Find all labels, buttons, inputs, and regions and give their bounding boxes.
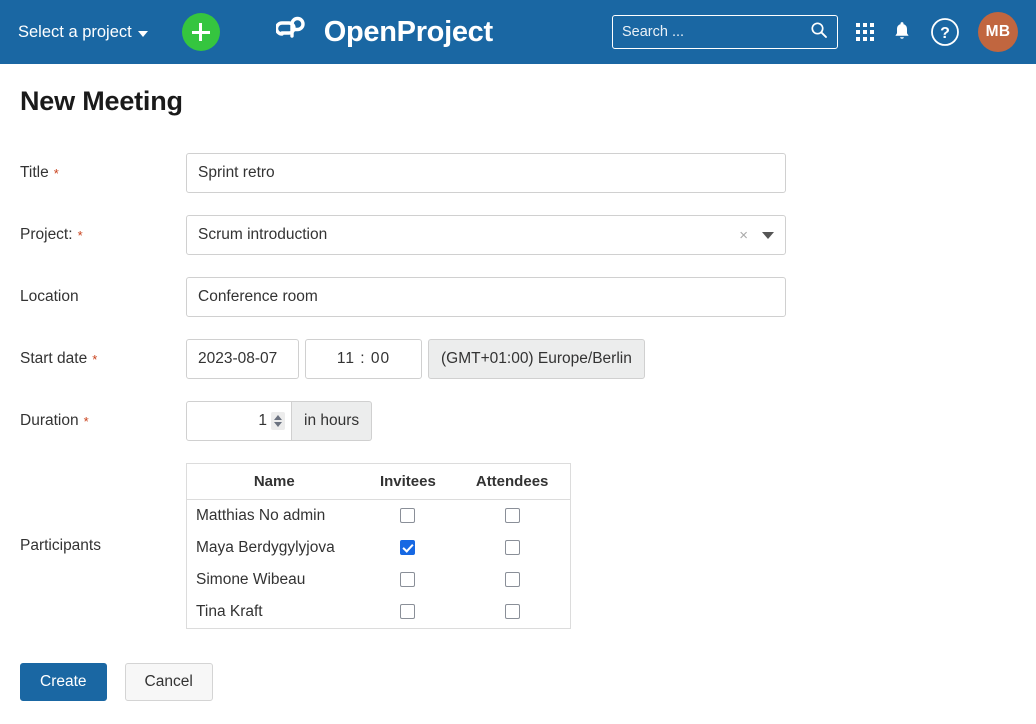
search-icon[interactable] — [810, 21, 828, 44]
quantity-stepper[interactable] — [271, 412, 285, 430]
openproject-logo-icon — [276, 14, 312, 51]
clear-icon[interactable]: × — [739, 228, 748, 243]
timezone-addon: (GMT+01:00) Europe/Berlin — [428, 339, 645, 379]
required-marker: * — [92, 353, 97, 366]
stepper-down-icon[interactable] — [274, 422, 282, 427]
location-label: Location — [20, 288, 186, 306]
form-row-start-date: Start date * 2023-08-07 11 : 00 (GMT+01:… — [20, 339, 1016, 379]
duration-unit: in hours — [304, 412, 359, 430]
brand[interactable]: OpenProject — [276, 14, 493, 51]
attendee-checkbox[interactable] — [505, 508, 520, 523]
brand-name: OpenProject — [324, 16, 493, 49]
attendee-cell — [454, 596, 570, 629]
modules-grid-icon[interactable] — [856, 23, 874, 41]
search-input[interactable]: Search ... — [612, 15, 838, 49]
project-label: Project: * — [20, 226, 186, 244]
header-right-tools: Search ... — [612, 12, 1018, 52]
page-title: New Meeting — [20, 86, 1016, 117]
column-header-invitees: Invitees — [362, 464, 455, 500]
timezone-value: (GMT+01:00) Europe/Berlin — [441, 350, 632, 368]
form-row-project: Project: * Scrum introduction × — [20, 215, 1016, 255]
participant-name: Tina Kraft — [187, 596, 362, 629]
start-date-group: 2023-08-07 11 : 00 (GMT+01:00) Europe/Be… — [186, 339, 645, 379]
attendee-cell — [454, 500, 570, 533]
participant-name: Simone Wibeau — [187, 564, 362, 596]
title-label: Title * — [20, 164, 186, 182]
duration-value: 1 — [258, 412, 267, 430]
plus-icon — [192, 23, 210, 41]
invitee-cell — [362, 500, 455, 533]
project-selector-label: Select a project — [18, 23, 132, 42]
create-button[interactable]: Create — [20, 663, 107, 701]
attendee-checkbox[interactable] — [505, 572, 520, 587]
bell-icon[interactable] — [892, 21, 912, 43]
required-marker: * — [78, 229, 83, 242]
attendee-cell — [454, 564, 570, 596]
page-content: New Meeting Title * Sprint retro Project… — [0, 86, 1036, 701]
invitee-checkbox[interactable] — [400, 540, 415, 555]
required-marker: * — [84, 415, 89, 428]
required-marker: * — [54, 167, 59, 180]
svg-text:?: ? — [940, 25, 950, 42]
duration-label: Duration * — [20, 412, 186, 430]
start-time-value: 11 : 00 — [337, 350, 390, 368]
project-selector[interactable]: Select a project — [18, 23, 148, 42]
new-meeting-form: Title * Sprint retro Project: * Scrum in… — [20, 153, 1016, 701]
participant-name: Matthias No admin — [187, 500, 362, 533]
help-circle-icon[interactable]: ? — [930, 17, 960, 47]
invitee-checkbox[interactable] — [400, 572, 415, 587]
form-actions: Create Cancel — [20, 663, 1016, 701]
form-row-duration: Duration * 1 in hours — [20, 401, 1016, 441]
participants-table: Name Invitees Attendees Matthias No admi… — [186, 463, 571, 629]
duration-group: 1 in hours — [186, 401, 372, 441]
top-header: Select a project OpenProject Search ... — [0, 0, 1036, 64]
form-row-location: Location Conference room — [20, 277, 1016, 317]
column-header-name: Name — [187, 464, 362, 500]
avatar-initials: MB — [986, 23, 1011, 41]
project-select[interactable]: Scrum introduction × — [186, 215, 786, 255]
start-date-value: 2023-08-07 — [198, 350, 277, 368]
table-row: Tina Kraft — [187, 596, 571, 629]
title-value: Sprint retro — [198, 164, 275, 182]
form-row-title: Title * Sprint retro — [20, 153, 1016, 193]
column-header-attendees: Attendees — [454, 464, 570, 500]
attendee-cell — [454, 532, 570, 564]
participant-name: Maya Berdygylyjova — [187, 532, 362, 564]
attendee-checkbox[interactable] — [505, 604, 520, 619]
form-row-participants: Participants Name Invitees Attendees Mat… — [20, 463, 1016, 629]
stepper-up-icon[interactable] — [274, 415, 282, 420]
start-date-input[interactable]: 2023-08-07 — [186, 339, 299, 379]
duration-input[interactable]: 1 — [186, 401, 292, 441]
invitee-cell — [362, 532, 455, 564]
chevron-down-icon[interactable] — [762, 232, 774, 239]
table-row: Simone Wibeau — [187, 564, 571, 596]
cancel-button[interactable]: Cancel — [125, 663, 213, 701]
participants-label: Participants — [20, 537, 186, 555]
project-value: Scrum introduction — [198, 226, 327, 244]
search-placeholder: Search ... — [622, 24, 810, 40]
table-row: Matthias No admin — [187, 500, 571, 533]
attendee-checkbox[interactable] — [505, 540, 520, 555]
invitee-checkbox[interactable] — [400, 604, 415, 619]
table-header-row: Name Invitees Attendees — [187, 464, 571, 500]
start-time-input[interactable]: 11 : 00 — [305, 339, 422, 379]
invitee-cell — [362, 596, 455, 629]
add-button[interactable] — [182, 13, 220, 51]
invitee-checkbox[interactable] — [400, 508, 415, 523]
title-input[interactable]: Sprint retro — [186, 153, 786, 193]
location-input[interactable]: Conference room — [186, 277, 786, 317]
chevron-down-icon — [138, 31, 148, 37]
duration-unit-addon: in hours — [292, 401, 372, 441]
start-date-label: Start date * — [20, 350, 186, 368]
invitee-cell — [362, 564, 455, 596]
location-value: Conference room — [198, 288, 318, 306]
project-select-icons: × — [739, 228, 774, 243]
avatar[interactable]: MB — [978, 12, 1018, 52]
table-row: Maya Berdygylyjova — [187, 532, 571, 564]
